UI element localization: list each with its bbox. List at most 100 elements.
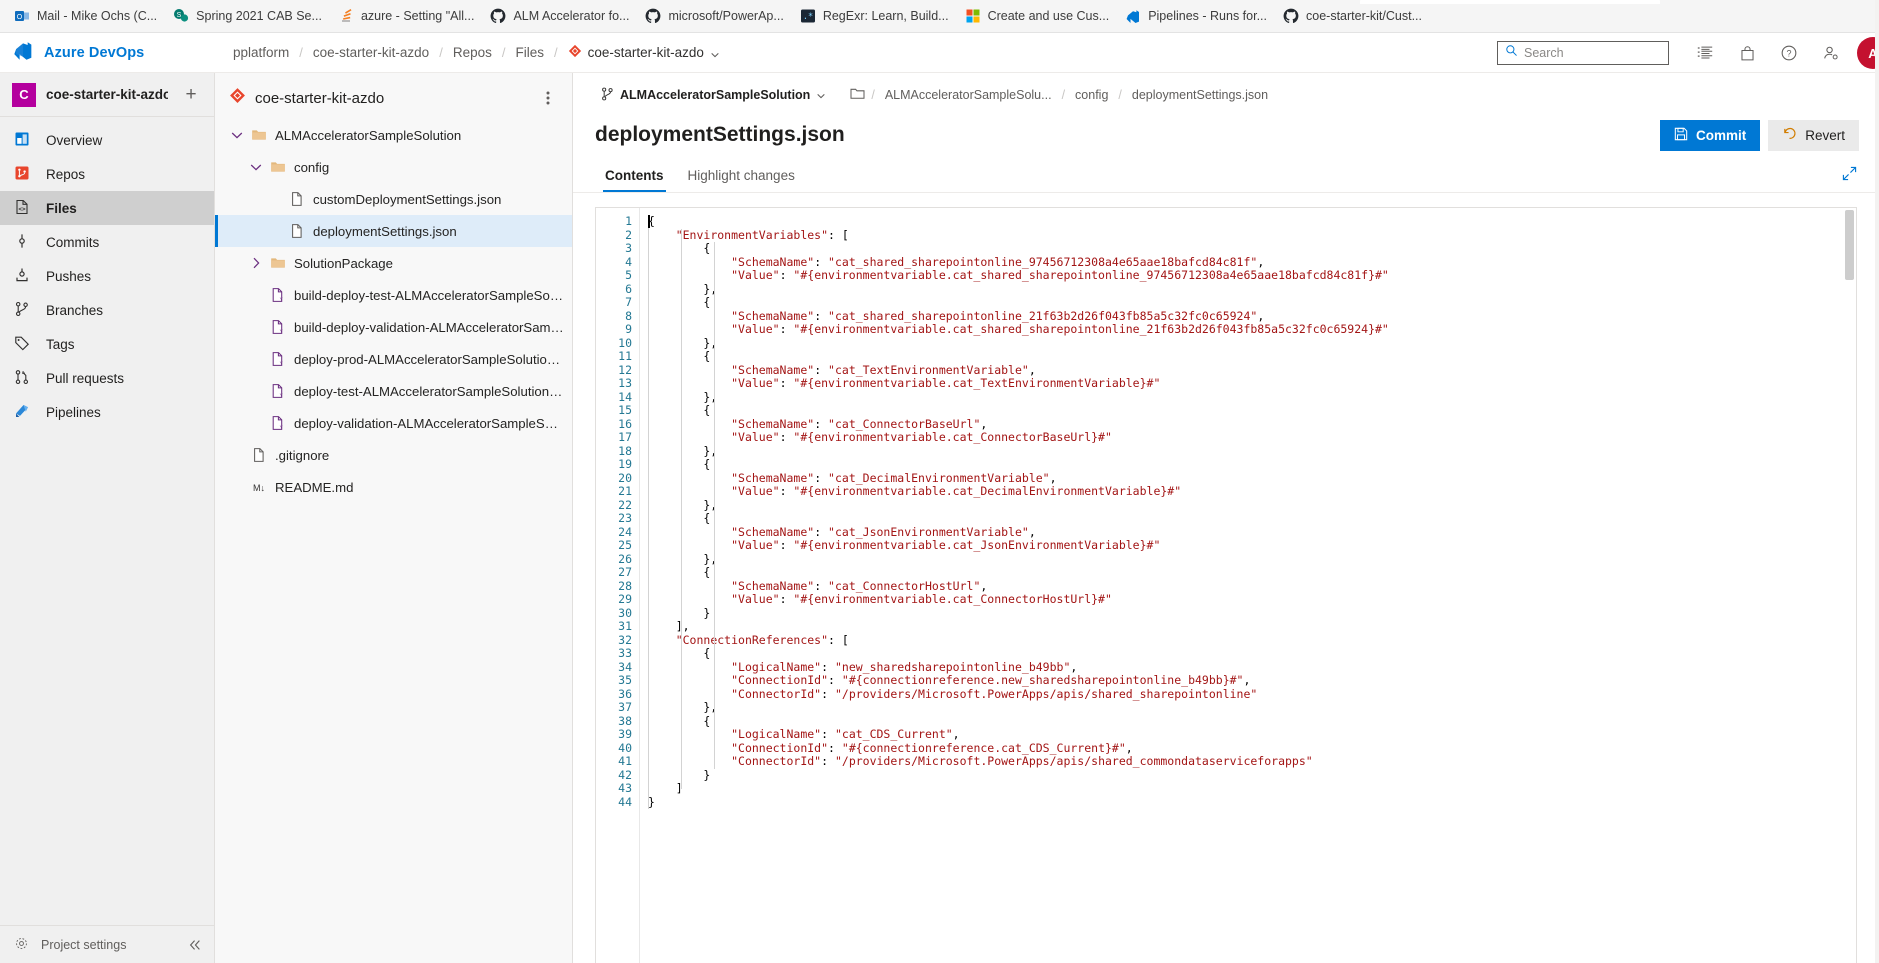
outlook-icon: O — [14, 8, 30, 24]
sidebar-item-pipelines[interactable]: Pipelines — [0, 395, 214, 429]
tree-file-row[interactable]: Ydeploy-validation-ALMAcceleratorSampleS… — [215, 407, 572, 439]
editor-scrollbar[interactable] — [1842, 208, 1856, 963]
line-number: 39 — [618, 727, 632, 741]
work-items-icon[interactable] — [1685, 33, 1725, 73]
tree-folder-row[interactable]: config — [215, 151, 572, 183]
top-breadcrumb-org[interactable]: pplatform — [223, 41, 299, 64]
bookmark-item[interactable]: Create and use Cus... — [957, 5, 1118, 27]
sidebar-item-label: Overview — [46, 132, 103, 148]
page-scrollbar[interactable] — [1875, 0, 1879, 963]
project-header[interactable]: C coe-starter-kit-azdo + — [0, 73, 214, 117]
expand-icon[interactable] — [1842, 166, 1857, 186]
sidebar-item-label: Commits — [46, 234, 100, 250]
project-settings-link[interactable]: Project settings — [0, 925, 214, 963]
sidebar-item-pushes[interactable]: Pushes — [0, 259, 214, 293]
help-icon[interactable]: ? — [1769, 33, 1809, 73]
azure-devops-home-link[interactable]: Azure DevOps — [0, 33, 215, 73]
path-crumb-solution[interactable]: ALMAcceleratorSampleSolu... — [875, 86, 1062, 104]
sidebar-item-label: Branches — [46, 302, 104, 318]
editor-code-area[interactable]: { "EnvironmentVariables": [ { "SchemaNam… — [640, 208, 1856, 963]
svg-text:Y: Y — [280, 424, 283, 429]
tree-file-row[interactable]: Ydeploy-test-ALMAcceleratorSampleSolutio… — [215, 375, 572, 407]
path-crumb-file[interactable]: deploymentSettings.json — [1122, 86, 1278, 104]
code-editor[interactable]: 1 2 3 4 5 6 7 8 9 10 11 12 13 14 15 16 17 18 19 20 21 22 23 24 2… — [595, 207, 1857, 963]
editor-code-text: { "EnvironmentVariables": [ { "SchemaNam… — [648, 214, 1389, 809]
bookmark-item[interactable]: Pipelines - Runs for... — [1117, 5, 1275, 27]
top-bar-actions: ? A — [1497, 33, 1879, 73]
top-breadcrumb-project[interactable]: coe-starter-kit-azdo — [303, 41, 439, 64]
file-icon — [289, 191, 305, 207]
folder-outline-icon[interactable] — [850, 87, 871, 103]
top-breadcrumb-repo-selector[interactable]: coe-starter-kit-azdo — [558, 40, 730, 65]
chevron-right-icon[interactable] — [248, 255, 264, 271]
tree-file-row[interactable]: M↓ README.md — [215, 471, 572, 503]
line-number: 42 — [618, 767, 632, 782]
svg-text:Y: Y — [280, 360, 283, 365]
bookmark-item[interactable]: .* RegExr: Learn, Build... — [792, 5, 957, 27]
save-icon — [1674, 127, 1688, 144]
bookmark-item[interactable]: S Spring 2021 CAB Se... — [165, 5, 330, 27]
top-breadcrumb-repos[interactable]: Repos — [443, 41, 502, 64]
bookmark-item[interactable]: coe-starter-kit/Cust... — [1275, 5, 1430, 27]
sidebar-item-overview[interactable]: Overview — [0, 123, 214, 157]
top-breadcrumb: pplatform / coe-starter-kit-azdo / Repos… — [223, 40, 730, 65]
page-title: deploymentSettings.json — [595, 123, 845, 146]
tree-file-row[interactable]: .gitignore — [215, 439, 572, 471]
more-vertical-icon[interactable] — [536, 84, 560, 112]
bookmark-label: RegExr: Learn, Build... — [822, 9, 949, 23]
add-new-button[interactable]: + — [178, 82, 204, 108]
tab-contents[interactable]: Contents — [595, 168, 674, 192]
tree-file-row[interactable]: Ybuild-deploy-test-ALMAcceleratorSampleS… — [215, 279, 572, 311]
bookmark-item[interactable]: ALM Accelerator fo... — [482, 5, 637, 27]
chevron-down-icon[interactable] — [229, 127, 245, 143]
tree-folder-row[interactable]: SolutionPackage — [215, 247, 572, 279]
tree-file-row[interactable]: deploymentSettings.json — [215, 215, 572, 247]
path-crumb-config[interactable]: config — [1065, 86, 1118, 104]
top-breadcrumb-files[interactable]: Files — [505, 41, 554, 64]
commits-icon — [14, 233, 32, 251]
sidebar-item-label: Pipelines — [46, 404, 101, 420]
user-settings-icon[interactable] — [1811, 33, 1851, 73]
line-number: 9 — [625, 322, 632, 336]
line-number: 28 — [618, 578, 632, 593]
sidebar-item-branches[interactable]: Branches — [0, 293, 214, 327]
chevron-down-icon — [816, 90, 826, 100]
search-input[interactable] — [1524, 46, 1661, 60]
commit-button[interactable]: Commit — [1659, 119, 1761, 151]
tree-file-row[interactable]: Ydeploy-prod-ALMAcceleratorSampleSolutio… — [215, 343, 572, 375]
tab-highlight-changes[interactable]: Highlight changes — [678, 168, 805, 192]
folder-icon — [270, 255, 286, 271]
branch-selector[interactable]: ALMAcceleratorSampleSolution — [595, 84, 832, 107]
file-tree-panel: coe-starter-kit-azdo ALMAcceleratorSampl… — [215, 73, 573, 963]
bookmark-item[interactable]: O Mail - Mike Ochs (C... — [6, 5, 165, 27]
tree-folder-row[interactable]: ALMAcceleratorSampleSolution — [215, 119, 572, 151]
line-number: 32 — [618, 632, 632, 647]
tree-file-row[interactable]: Ybuild-deploy-validation-ALMAcceleratorS… — [215, 311, 572, 343]
tree-file-row[interactable]: customDeploymentSettings.json — [215, 183, 572, 215]
sidebar-item-label: Pushes — [46, 268, 92, 284]
sidebar-item-pull-requests[interactable]: Pull requests — [0, 361, 214, 395]
bookmark-item[interactable]: microsoft/PowerAp... — [637, 5, 791, 27]
bookmark-item[interactable]: azure - Setting "All... — [330, 5, 483, 27]
marketplace-icon[interactable] — [1727, 33, 1767, 73]
line-number: 41 — [618, 754, 632, 768]
chevron-down-icon[interactable] — [248, 159, 264, 175]
line-number: 31 — [618, 619, 632, 633]
line-number: 30 — [618, 605, 632, 620]
line-number: 27 — [618, 565, 632, 579]
pull-requests-icon — [14, 369, 32, 387]
sidebar-item-files[interactable]: <> Files — [0, 191, 214, 225]
sidebar-item-commits[interactable]: Commits — [0, 225, 214, 259]
sidebar-item-repos[interactable]: Repos — [0, 157, 214, 191]
collapse-sidebar-icon[interactable] — [188, 938, 202, 955]
file-content-pane: ALMAcceleratorSampleSolution / ALMAccele… — [573, 73, 1879, 963]
github-icon — [490, 8, 506, 24]
editor-scrollbar-thumb[interactable] — [1845, 210, 1854, 280]
revert-button[interactable]: Revert — [1768, 119, 1859, 151]
indent-guide — [714, 242, 715, 769]
sidebar-item-tags[interactable]: Tags — [0, 327, 214, 361]
indent-guide — [681, 228, 682, 789]
sharepoint-icon: S — [173, 8, 189, 24]
repo-icon — [568, 44, 582, 61]
global-search-box[interactable] — [1497, 41, 1669, 65]
